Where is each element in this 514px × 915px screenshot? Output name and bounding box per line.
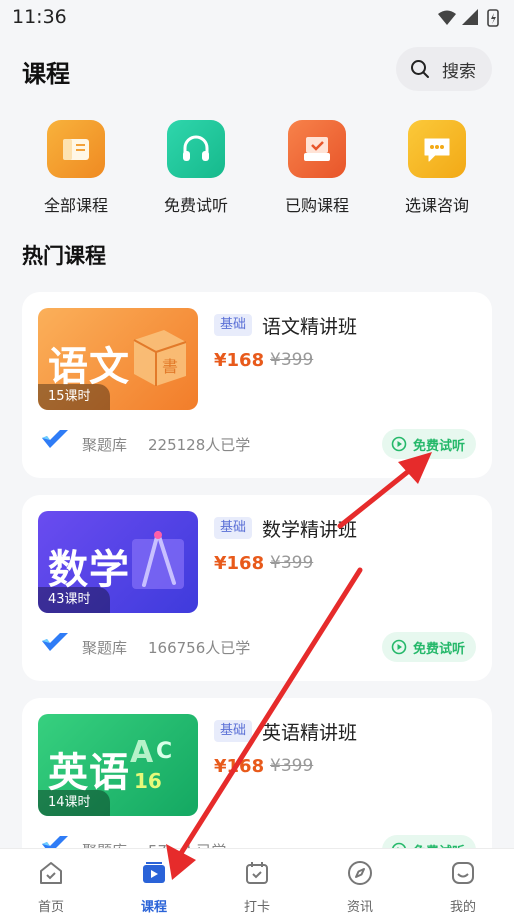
learner-count: 225128人已学 — [148, 436, 251, 454]
tab-label: 资讯 — [346, 900, 373, 915]
search-icon — [411, 60, 429, 78]
search-button[interactable]: 搜索 — [396, 47, 492, 91]
tab-label: 打卡 — [243, 900, 270, 915]
lesson-count-badge: 15课时 — [38, 384, 110, 410]
tab-label: 我的 — [449, 900, 476, 915]
course-thumbnail: 書 语文 15课时 — [38, 308, 198, 410]
bottom-tab-bar: 首页 课程 打卡 资讯 我的 — [0, 848, 514, 915]
status-time: 11:36 — [12, 6, 67, 28]
chat-bubble-icon — [408, 120, 466, 178]
course-card-chinese[interactable]: 書 语文 15课时 基础 语文精讲班 ¥168 ¥399 聚题库 225128人… — [22, 292, 492, 478]
quick-entry-free-trial[interactable]: 免费试听 — [146, 118, 246, 218]
tab-news[interactable]: 资讯 — [309, 849, 411, 915]
course-name: 英语精讲班 — [262, 722, 358, 744]
course-name: 语文精讲班 — [262, 316, 358, 338]
status-icons — [438, 9, 499, 27]
free-trial-label: 免费试听 — [413, 439, 466, 454]
tab-courses[interactable]: 课程 — [103, 849, 205, 915]
course-price: ¥168 — [214, 553, 265, 574]
svg-text:C: C — [156, 739, 172, 764]
course-original-price: ¥399 — [270, 350, 314, 370]
level-tag: 基础 — [214, 517, 253, 539]
brand-name: 聚题库 — [82, 639, 128, 657]
letters-abc-icon: A C 16 — [130, 735, 172, 793]
course-price: ¥168 — [214, 350, 265, 371]
quick-entry-label: 免费试听 — [163, 196, 228, 215]
quick-entry-label: 已购课程 — [284, 196, 349, 215]
compass-icon — [348, 861, 372, 885]
quick-entry-purchased[interactable]: 已购课程 — [267, 118, 367, 218]
status-bar: 11:36 — [0, 0, 514, 36]
play-circle-icon — [391, 436, 407, 452]
lesson-count-badge: 43课时 — [38, 587, 110, 613]
brand-logo-icon — [42, 430, 68, 448]
headphones-icon — [167, 120, 225, 178]
course-name: 数学精讲班 — [262, 519, 358, 541]
purchased-box-icon — [288, 120, 346, 178]
tab-home[interactable]: 首页 — [0, 849, 102, 915]
quick-entry-consult[interactable]: 选课咨询 — [387, 118, 487, 218]
profile-icon — [452, 862, 474, 884]
page-title: 课程 — [22, 60, 70, 88]
level-tag: 基础 — [214, 314, 253, 336]
course-thumbnail: A C 16 英语 14课时 — [38, 714, 198, 816]
course-original-price: ¥399 — [270, 553, 314, 573]
course-original-price: ¥399 — [270, 756, 314, 776]
brand-logo-icon — [42, 633, 68, 651]
quick-entry-label: 全部课程 — [43, 196, 108, 215]
compass-ruler-icon — [132, 531, 184, 589]
free-trial-button[interactable]: 免费试听 — [382, 632, 476, 662]
lesson-count-badge: 14课时 — [38, 790, 110, 816]
section-title-hot-courses: 热门课程 — [22, 244, 106, 268]
free-trial-button[interactable]: 免费试听 — [382, 429, 476, 459]
tab-label: 首页 — [37, 900, 64, 915]
calendar-check-icon — [246, 862, 268, 884]
book-cube-icon: 書 — [133, 330, 187, 386]
search-label: 搜索 — [442, 62, 476, 82]
play-circle-icon — [391, 639, 407, 655]
brand-name: 聚题库 — [82, 436, 128, 454]
course-thumbnail: 数学 43课时 — [38, 511, 198, 613]
quick-entry-all-courses[interactable]: 全部课程 — [26, 118, 126, 218]
tab-checkin[interactable]: 打卡 — [206, 849, 308, 915]
book-icon — [47, 120, 105, 178]
level-tag: 基础 — [214, 720, 253, 742]
tab-profile[interactable]: 我的 — [412, 849, 514, 915]
learner-count: 166756人已学 — [148, 639, 251, 657]
course-card-math[interactable]: 数学 43课时 基础 数学精讲班 ¥168 ¥399 聚题库 166756人已学… — [22, 495, 492, 681]
svg-text:16: 16 — [134, 769, 162, 793]
course-play-icon — [143, 862, 165, 883]
quick-entry-label: 选课咨询 — [404, 196, 469, 215]
tab-label: 课程 — [140, 900, 167, 915]
svg-text:A: A — [130, 735, 154, 770]
home-icon — [40, 862, 62, 884]
course-price: ¥168 — [214, 756, 265, 777]
svg-text:書: 書 — [162, 357, 178, 376]
free-trial-label: 免费试听 — [413, 642, 466, 657]
